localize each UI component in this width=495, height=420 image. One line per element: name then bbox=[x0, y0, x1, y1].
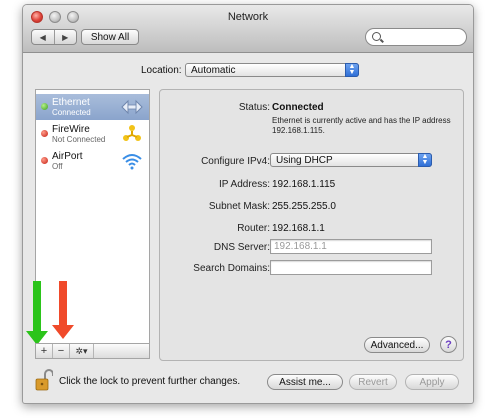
search-icon bbox=[372, 32, 381, 41]
help-button[interactable]: ? bbox=[440, 336, 457, 353]
configure-ipv4-popup[interactable]: Using DHCP ▲ ▼ bbox=[270, 153, 432, 167]
lock-icon[interactable] bbox=[35, 369, 53, 391]
configure-ipv4-label: Configure IPv4: bbox=[201, 156, 270, 167]
popup-arrows-icon: ▲ ▼ bbox=[345, 63, 359, 77]
window-title: Network bbox=[227, 11, 269, 23]
advanced-button[interactable]: Advanced... bbox=[364, 337, 430, 353]
ethernet-arrows-icon bbox=[121, 99, 143, 115]
remove-service-button[interactable]: − bbox=[53, 344, 70, 358]
service-name: FireWire bbox=[52, 124, 90, 135]
add-service-button[interactable]: + bbox=[36, 344, 53, 358]
red-arrow-annotation bbox=[52, 281, 74, 339]
location-value: Automatic bbox=[191, 64, 236, 76]
wifi-icon bbox=[122, 154, 142, 170]
subnet-mask-label: Subnet Mask: bbox=[208, 201, 270, 212]
ip-address-label: IP Address: bbox=[219, 179, 270, 190]
service-item-firewire[interactable]: FireWire Not Connected bbox=[36, 121, 149, 147]
service-details-panel: Status: Connected Ethernet is currently … bbox=[159, 89, 464, 361]
service-name: Ethernet bbox=[52, 97, 90, 108]
firewire-icon bbox=[123, 125, 141, 141]
service-status: Not Connected bbox=[52, 135, 106, 144]
status-dot-icon bbox=[41, 157, 48, 164]
location-label: Location: bbox=[141, 65, 182, 76]
search-domains-field[interactable] bbox=[270, 260, 432, 275]
status-label: Status: bbox=[238, 102, 270, 113]
title-bar: Network ◀ ▶ Show All bbox=[23, 5, 473, 53]
back-forward-control: ◀ ▶ bbox=[31, 29, 77, 45]
status-dot-icon bbox=[41, 130, 48, 137]
subnet-mask-value: 255.255.255.0 bbox=[272, 201, 336, 212]
router-value: 192.168.1.1 bbox=[272, 223, 325, 234]
service-item-ethernet[interactable]: Ethernet Connected bbox=[36, 94, 149, 120]
router-label: Router: bbox=[237, 223, 270, 234]
status-description: Ethernet is currently active and has the… bbox=[272, 116, 451, 135]
service-list-controls: + − ✲▾ bbox=[35, 343, 150, 359]
revert-button[interactable]: Revert bbox=[349, 374, 397, 390]
service-name: AirPort bbox=[52, 151, 83, 162]
search-input[interactable] bbox=[365, 28, 467, 46]
forward-button[interactable]: ▶ bbox=[53, 30, 77, 44]
configure-ipv4-value: Using DHCP bbox=[276, 154, 333, 166]
dns-server-field[interactable]: 192.168.1.1 bbox=[270, 239, 432, 254]
assist-me-button[interactable]: Assist me... bbox=[267, 374, 343, 390]
service-status: Connected bbox=[52, 108, 91, 117]
location-popup[interactable]: Automatic ▲ ▼ bbox=[185, 63, 359, 77]
dns-server-value: 192.168.1.1 bbox=[274, 241, 327, 252]
show-all-button[interactable]: Show All bbox=[81, 29, 139, 45]
back-button[interactable]: ◀ bbox=[32, 30, 54, 44]
lock-message: Click the lock to prevent further change… bbox=[59, 376, 241, 387]
service-status: Off bbox=[52, 162, 63, 171]
dns-server-label: DNS Server: bbox=[213, 242, 270, 253]
network-preferences-window: Network ◀ ▶ Show All Location: Automatic… bbox=[22, 4, 474, 404]
green-arrow-annotation bbox=[26, 281, 48, 345]
status-value: Connected bbox=[272, 102, 324, 113]
popup-arrows-icon: ▲ ▼ bbox=[418, 153, 432, 167]
action-menu-button[interactable]: ✲▾ bbox=[70, 344, 94, 358]
apply-button[interactable]: Apply bbox=[405, 374, 459, 390]
ip-address-value: 192.168.1.115 bbox=[272, 179, 336, 190]
service-item-airport[interactable]: AirPort Off bbox=[36, 148, 149, 174]
status-dot-icon bbox=[41, 103, 48, 110]
search-domains-label: Search Domains: bbox=[193, 263, 270, 274]
service-list: Ethernet Connected FireWire Not Connecte… bbox=[35, 89, 150, 359]
